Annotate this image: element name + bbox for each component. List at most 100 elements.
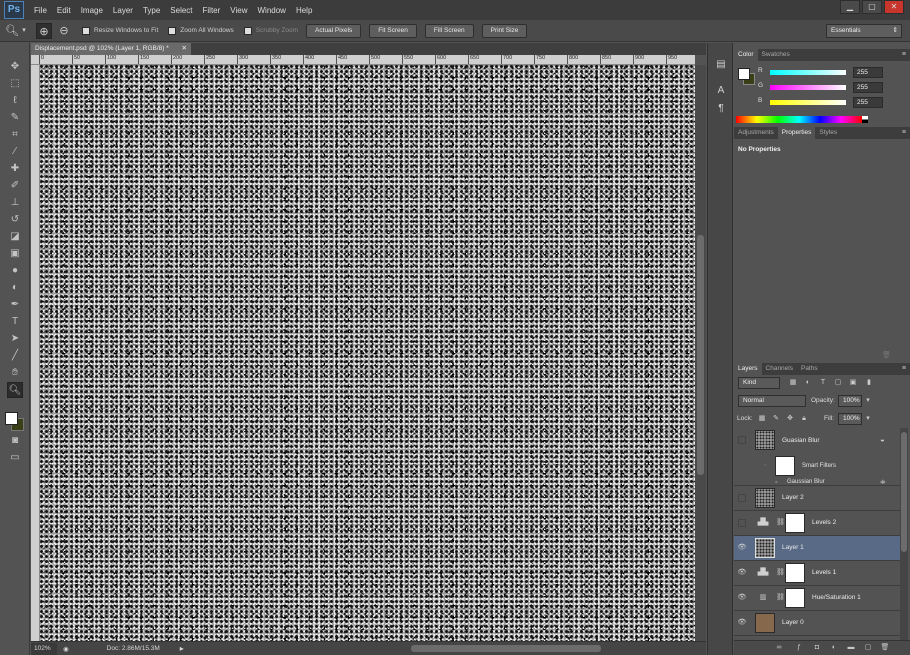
tab-properties[interactable]: Properties bbox=[777, 127, 816, 139]
layer-row-layer-2[interactable]: Layer 2 bbox=[734, 486, 900, 511]
eyedropper-tool-icon[interactable]: ⁄ bbox=[7, 144, 23, 160]
menu-file[interactable]: File bbox=[34, 6, 47, 15]
scrubby-zoom-checkbox[interactable]: Scrubby Zoom bbox=[243, 26, 298, 35]
blue-value-input[interactable]: 255 bbox=[853, 97, 883, 108]
actual-pixels-button[interactable]: Actual Pixels bbox=[306, 23, 362, 38]
filter-eye-icon[interactable]: ◦ bbox=[775, 479, 777, 486]
blue-slider[interactable] bbox=[770, 100, 846, 105]
marquee-tool-icon[interactable]: ⬚ bbox=[7, 76, 23, 92]
character-panel-icon[interactable]: A bbox=[713, 83, 729, 99]
scroll-thumb[interactable] bbox=[901, 432, 907, 552]
red-slider[interactable] bbox=[770, 70, 846, 75]
paragraph-panel-icon[interactable]: ¶ bbox=[713, 101, 729, 117]
gaussian-blur-filter[interactable]: Gaussian Blur bbox=[787, 479, 825, 485]
zoom-out-icon[interactable]: ⊖ bbox=[56, 23, 72, 39]
tab-layers[interactable]: Layers bbox=[734, 363, 762, 375]
status-menu-icon[interactable]: ◉ bbox=[63, 645, 69, 653]
panel-menu-icon[interactable]: ≡ bbox=[902, 49, 906, 61]
visibility-toggle[interactable] bbox=[738, 436, 746, 444]
smart-object-filter-icon[interactable]: ▣ bbox=[848, 378, 858, 388]
close-button[interactable]: ✕ bbox=[884, 0, 904, 14]
red-value-input[interactable]: 255 bbox=[853, 67, 883, 78]
fill-dropdown-icon[interactable]: ▾ bbox=[863, 414, 873, 424]
tab-styles[interactable]: Styles bbox=[815, 127, 841, 139]
filter-options-icon[interactable]: ≑ bbox=[880, 478, 886, 486]
green-value-input[interactable]: 255 bbox=[853, 82, 883, 93]
gradient-tool-icon[interactable]: ▣ bbox=[7, 246, 23, 262]
new-group-icon[interactable]: ▬ bbox=[846, 643, 856, 653]
lock-all-icon[interactable]: 🔒︎ bbox=[799, 414, 809, 424]
menu-type[interactable]: Type bbox=[143, 6, 160, 15]
layer-row-layer-0[interactable]: 👁︎ Layer 0 bbox=[734, 611, 900, 636]
visibility-toggle[interactable] bbox=[738, 519, 746, 527]
layer-mask-thumbnail[interactable] bbox=[785, 513, 805, 533]
path-selection-tool-icon[interactable]: ➤ bbox=[7, 331, 23, 347]
tab-swatches[interactable]: Swatches bbox=[758, 49, 794, 61]
smart-filter-mask-thumbnail[interactable] bbox=[775, 456, 795, 476]
menu-help[interactable]: Help bbox=[296, 6, 312, 15]
healing-brush-tool-icon[interactable]: ✚ bbox=[7, 161, 23, 177]
layer-mask-thumbnail[interactable] bbox=[785, 588, 805, 608]
zoom-level-field[interactable]: 102% bbox=[31, 642, 57, 655]
move-tool-icon[interactable]: ✥ bbox=[7, 59, 23, 75]
layer-style-icon[interactable]: ƒ bbox=[794, 643, 804, 653]
tab-channels[interactable]: Channels bbox=[762, 363, 797, 375]
menu-window[interactable]: Window bbox=[258, 6, 286, 15]
visibility-toggle[interactable] bbox=[738, 494, 746, 502]
filter-toggle-icon[interactable]: ▮ bbox=[864, 378, 874, 388]
panel-menu-icon[interactable]: ≡ bbox=[902, 363, 906, 375]
smart-filters-eye-icon[interactable]: ◦ bbox=[764, 462, 766, 469]
blur-tool-icon[interactable]: ● bbox=[7, 263, 23, 279]
quick-mask-icon[interactable]: ◙ bbox=[7, 433, 23, 449]
eraser-tool-icon[interactable]: ◪ bbox=[7, 229, 23, 245]
type-filter-icon[interactable]: T bbox=[818, 378, 828, 388]
menu-edit[interactable]: Edit bbox=[57, 6, 71, 15]
print-size-button[interactable]: Print Size bbox=[481, 23, 528, 38]
zoom-tool-preset-icon[interactable]: 🔍︎ bbox=[4, 23, 20, 39]
link-layers-icon[interactable]: ∞ bbox=[774, 643, 784, 653]
document-tab[interactable]: Displacement.psd @ 102% (Layer 1, RGB/8)… bbox=[31, 43, 191, 55]
layers-scrollbar[interactable] bbox=[900, 428, 908, 640]
lock-pixels-icon[interactable]: ✎ bbox=[771, 414, 781, 424]
pen-tool-icon[interactable]: ✒ bbox=[7, 297, 23, 313]
green-slider[interactable] bbox=[770, 85, 846, 90]
eye-icon[interactable]: 👁︎ bbox=[737, 568, 747, 578]
history-brush-tool-icon[interactable]: ↺ bbox=[7, 212, 23, 228]
lock-transparent-icon[interactable]: ▦ bbox=[757, 414, 767, 424]
layer-mask-thumbnail[interactable] bbox=[785, 563, 805, 583]
scroll-thumb[interactable] bbox=[697, 235, 704, 475]
foreground-color-swatch[interactable] bbox=[5, 412, 18, 425]
quick-select-tool-icon[interactable]: ✎ bbox=[7, 110, 23, 126]
opacity-input[interactable]: 100% bbox=[838, 395, 862, 407]
crop-tool-icon[interactable]: ⌗ bbox=[7, 127, 23, 143]
line-tool-icon[interactable]: ╱ bbox=[7, 348, 23, 364]
filter-kind-dropdown[interactable]: Kind bbox=[738, 377, 780, 389]
pixel-filter-icon[interactable]: ▦ bbox=[788, 378, 798, 388]
fill-input[interactable]: 100% bbox=[838, 413, 862, 425]
dodge-tool-icon[interactable]: ◐ bbox=[7, 280, 23, 296]
close-tab-icon[interactable]: ✕ bbox=[182, 43, 187, 55]
minimize-button[interactable]: ▁ bbox=[840, 0, 860, 14]
menu-image[interactable]: Image bbox=[81, 6, 103, 15]
delete-layer-icon[interactable]: 🗑︎ bbox=[880, 643, 890, 653]
clone-stamp-tool-icon[interactable]: ⊥ bbox=[7, 195, 23, 211]
opacity-dropdown-icon[interactable]: ▾ bbox=[863, 396, 873, 406]
menu-view[interactable]: View bbox=[230, 6, 247, 15]
layer-row-levels-1[interactable]: 👁︎ ▟▙ ⛓︎ Levels 1 bbox=[734, 561, 900, 586]
document-canvas[interactable] bbox=[40, 65, 695, 641]
status-arrow-icon[interactable]: ▸ bbox=[180, 644, 184, 653]
tab-color[interactable]: Color bbox=[734, 49, 758, 61]
shape-filter-icon[interactable]: ▢ bbox=[833, 378, 843, 388]
zoom-in-icon[interactable]: ⊕ bbox=[36, 22, 52, 39]
tab-adjustments[interactable]: Adjustments bbox=[734, 127, 778, 139]
vertical-scrollbar[interactable] bbox=[695, 65, 706, 641]
workspace-dropdown[interactable]: Essentials ⇕ bbox=[826, 24, 902, 38]
eye-icon[interactable]: 👁︎ bbox=[737, 618, 747, 628]
fill-screen-button[interactable]: Fill Screen bbox=[424, 23, 474, 38]
eye-icon[interactable]: 👁︎ bbox=[737, 543, 747, 553]
lasso-tool-icon[interactable]: ℓ bbox=[7, 93, 23, 109]
eye-icon[interactable]: 👁︎ bbox=[737, 593, 747, 603]
hand-tool-icon[interactable]: ✋︎ bbox=[7, 365, 23, 381]
adjustment-filter-icon[interactable]: ◐ bbox=[803, 378, 813, 388]
resize-windows-checkbox[interactable]: Resize Windows to Fit bbox=[82, 26, 158, 35]
